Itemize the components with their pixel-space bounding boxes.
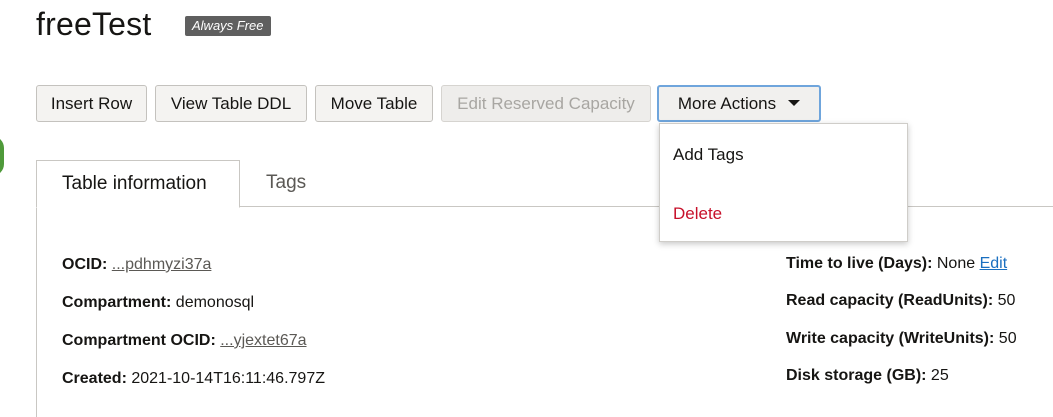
move-table-button[interactable]: Move Table — [315, 85, 433, 122]
always-free-badge: Always Free — [185, 16, 271, 36]
insert-row-button[interactable]: Insert Row — [36, 85, 147, 122]
table-details-page: freeTest Always Free Insert Row View Tab… — [0, 0, 1053, 417]
write-capacity-field: Write capacity (WriteUnits): 50 — [786, 330, 1017, 348]
edit-reserved-capacity-button: Edit Reserved Capacity — [441, 85, 651, 122]
view-table-ddl-button[interactable]: View Table DDL — [155, 85, 307, 122]
disk-storage-field: Disk storage (GB): 25 — [786, 367, 949, 385]
compartment-field: Compartment: demonosql — [62, 294, 254, 312]
tab-tags[interactable]: Tags — [266, 160, 306, 206]
menu-item-add-tags[interactable]: Add Tags — [673, 145, 744, 165]
more-actions-label: More Actions — [677, 94, 777, 113]
ttl-label: Time to live (Days): — [786, 255, 933, 272]
tab-table-information[interactable]: Table information — [36, 160, 240, 208]
disk-storage-label: Disk storage (GB): — [786, 367, 927, 384]
created-field: Created: 2021-10-14T16:11:46.797Z — [62, 370, 325, 388]
ocid-link[interactable]: ...pdhmyzi37a — [112, 256, 212, 273]
compartment-value: demonosql — [175, 294, 255, 311]
compartment-label: Compartment: — [62, 294, 172, 311]
caret-down-icon — [788, 100, 801, 106]
more-actions-button[interactable]: More Actions — [657, 85, 821, 122]
compartment-ocid-link[interactable]: ...yjextet67a — [220, 332, 306, 349]
read-capacity-value: 50 — [997, 292, 1016, 309]
compartment-ocid-field: Compartment OCID: ...yjextet67a — [62, 332, 307, 350]
ocid-field: OCID: ...pdhmyzi37a — [62, 256, 211, 274]
created-value: 2021-10-14T16:11:46.797Z — [131, 370, 325, 387]
ttl-value: None — [936, 255, 976, 272]
ocid-label: OCID: — [62, 256, 108, 273]
read-capacity-label: Read capacity (ReadUnits): — [786, 292, 994, 309]
ttl-field: Time to live (Days): None Edit — [786, 255, 1007, 273]
disk-storage-value: 25 — [930, 367, 949, 384]
panel-border — [36, 207, 37, 417]
compartment-ocid-label: Compartment OCID: — [62, 332, 216, 349]
write-capacity-label: Write capacity (WriteUnits): — [786, 330, 995, 347]
write-capacity-value: 50 — [998, 330, 1017, 347]
page-title: freeTest — [36, 6, 152, 42]
more-actions-menu: Add Tags Delete — [659, 123, 908, 242]
side-accent — [0, 136, 4, 176]
read-capacity-field: Read capacity (ReadUnits): 50 — [786, 292, 1015, 310]
ttl-edit-link[interactable]: Edit — [980, 255, 1008, 272]
menu-item-delete[interactable]: Delete — [673, 204, 722, 224]
created-label: Created: — [62, 370, 127, 387]
